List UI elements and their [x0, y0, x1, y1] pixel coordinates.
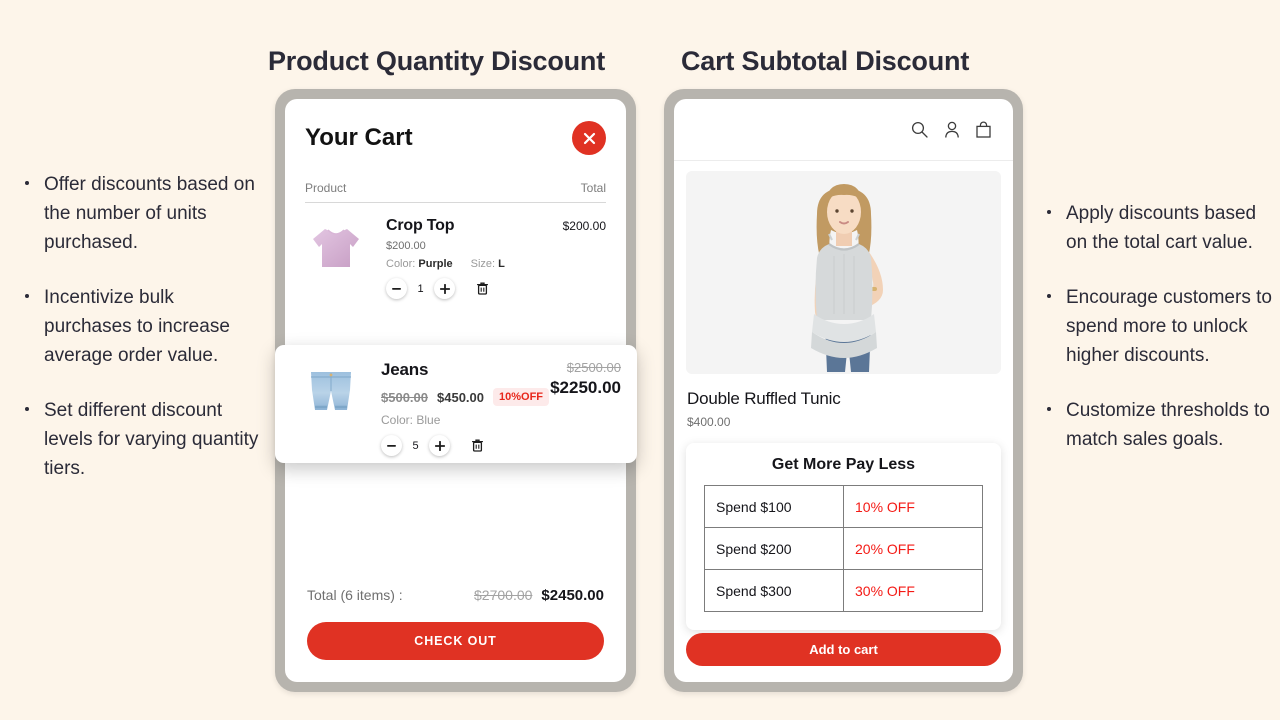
list-item-text: Apply discounts based on the total cart … — [1066, 203, 1257, 253]
variant-size: Size: L — [470, 258, 505, 270]
checkout-button[interactable]: CHECK OUT — [307, 622, 604, 660]
add-to-cart-button[interactable]: Add to cart — [686, 633, 1001, 666]
variant-options: Color: Purple Size: L — [386, 258, 563, 270]
cart-total-label: Total (6 items) : — [307, 587, 403, 603]
bullet-dot-icon — [1047, 210, 1051, 214]
cart-total-values: $2700.00 $2450.00 — [474, 587, 604, 604]
tier-discount: 30% OFF — [843, 569, 983, 612]
product-name: Jeans — [381, 360, 429, 379]
page-title-left: Product Quantity Discount — [268, 46, 606, 76]
plus-icon — [434, 440, 445, 451]
discount-tier-card: Get More Pay Less Spend $100 10% OFF Spe… — [686, 443, 1001, 630]
remove-item-button[interactable] — [472, 439, 483, 452]
line-total-original: $2500.00 — [566, 360, 621, 375]
jeans-thumb — [300, 360, 362, 422]
cart-title: Your Cart — [305, 124, 413, 151]
plus-icon — [439, 283, 450, 294]
close-x-icon — [583, 132, 595, 144]
list-item-text: Incentivize bulk purchases to increase a… — [44, 287, 230, 366]
phone-frame-pdp: Double Ruffled Tunic $400.00 Get More Pa… — [664, 89, 1023, 692]
list-item: Apply discounts based on the total cart … — [1044, 199, 1280, 257]
price-row: $500.00 $450.00 10%OFF — [381, 388, 550, 406]
cart-line-item-jeans-highlighted[interactable]: Jeans $500.00 $450.00 10%OFF Color: Blue… — [275, 345, 637, 463]
cart-header: Your Cart — [285, 99, 626, 155]
cart-line-item-crop-top: Crop Top $200.00 Color: Purple Size: L 1 — [285, 203, 626, 305]
bullet-dot-icon — [25, 294, 29, 298]
decrease-quantity-button[interactable] — [386, 278, 407, 299]
table-row: Spend $200 20% OFF — [704, 527, 983, 570]
trash-icon — [477, 282, 488, 295]
increase-quantity-button[interactable] — [429, 435, 450, 456]
line-total-discounted: $2250.00 — [550, 378, 621, 397]
pdp-header — [674, 99, 1013, 161]
column-header-total: Total — [580, 181, 606, 195]
product-name: Crop Top — [386, 217, 455, 234]
page-title-right: Cart Subtotal Discount — [681, 46, 970, 76]
cart-total-original: $2700.00 — [474, 587, 533, 603]
jeans-details: Jeans $500.00 $450.00 10%OFF Color: Blue… — [362, 360, 550, 463]
close-cart-button[interactable] — [572, 121, 606, 155]
feature-list-right: Apply discounts based on the total cart … — [1044, 199, 1280, 454]
table-row: Spend $100 10% OFF — [704, 485, 983, 528]
jeans-line-total: $2500.00 $2250.00 — [550, 360, 621, 463]
list-item: Encourage customers to spend more to unl… — [1044, 283, 1280, 370]
account-icon[interactable] — [944, 121, 960, 138]
quantity-stepper: 5 — [381, 435, 550, 456]
cart-total-discounted: $2450.00 — [541, 587, 604, 604]
list-item: Customize thresholds to match sales goal… — [1044, 396, 1280, 454]
model-wearing-tunic — [686, 171, 1001, 374]
product-title: Double Ruffled Tunic — [687, 389, 841, 408]
discounted-unit-price: $450.00 — [437, 389, 484, 405]
quantity-value: 1 — [417, 282, 424, 295]
quantity-stepper: 1 — [386, 278, 563, 299]
table-row: Spend $300 30% OFF — [704, 569, 983, 612]
bullet-dot-icon — [25, 407, 29, 411]
variant-color: Color: Purple — [386, 258, 453, 270]
search-icon[interactable] — [911, 121, 928, 138]
bullet-dot-icon — [1047, 407, 1051, 411]
discount-tier-table: Spend $100 10% OFF Spend $200 20% OFF Sp… — [704, 485, 983, 612]
original-unit-price: $500.00 — [381, 389, 428, 405]
unit-price: $200.00 — [386, 240, 426, 252]
feature-list-left: Offer discounts based on the number of u… — [22, 170, 260, 483]
column-header-product: Product — [305, 181, 347, 195]
crop-top-thumb — [305, 217, 367, 279]
increase-quantity-button[interactable] — [434, 278, 455, 299]
slide-canvas: Product Quantity Discount Cart Subtotal … — [0, 0, 1280, 720]
shopping-bag-icon[interactable] — [976, 121, 991, 138]
tier-card-title: Get More Pay Less — [771, 456, 916, 473]
cart-total-row: Total (6 items) : $2700.00 $2450.00 — [285, 587, 626, 604]
tier-spend: Spend $200 — [704, 527, 844, 570]
bullet-dot-icon — [1047, 294, 1051, 298]
minus-icon — [387, 444, 396, 447]
quantity-value: 5 — [412, 439, 419, 452]
list-item-text: Customize thresholds to match sales goal… — [1066, 400, 1270, 450]
remove-item-button[interactable] — [477, 282, 488, 295]
discount-badge: 10%OFF — [493, 388, 550, 406]
bullet-dot-icon — [25, 181, 29, 185]
list-item: Offer discounts based on the number of u… — [22, 170, 260, 257]
minus-icon — [392, 287, 401, 290]
list-item-text: Set different discount levels for varyin… — [44, 400, 259, 479]
tier-spend: Spend $100 — [704, 485, 844, 528]
list-item: Incentivize bulk purchases to increase a… — [22, 283, 260, 370]
pdp-screen: Double Ruffled Tunic $400.00 Get More Pa… — [674, 99, 1013, 682]
line-total: $200.00 — [562, 219, 606, 233]
list-item-text: Offer discounts based on the number of u… — [44, 174, 255, 253]
cart-column-headers: Product Total — [305, 181, 606, 203]
tier-spend: Spend $300 — [704, 569, 844, 612]
product-price: $400.00 — [687, 415, 731, 429]
cart-line-item-details: Crop Top $200.00 Color: Purple Size: L 1 — [367, 217, 563, 299]
list-item-text: Encourage customers to spend more to unl… — [1066, 287, 1272, 366]
tier-discount: 20% OFF — [843, 527, 983, 570]
trash-icon — [472, 439, 483, 452]
variant-color: Color: Blue — [381, 413, 441, 427]
decrease-quantity-button[interactable] — [381, 435, 402, 456]
list-item: Set different discount levels for varyin… — [22, 396, 260, 483]
tier-discount: 10% OFF — [843, 485, 983, 528]
